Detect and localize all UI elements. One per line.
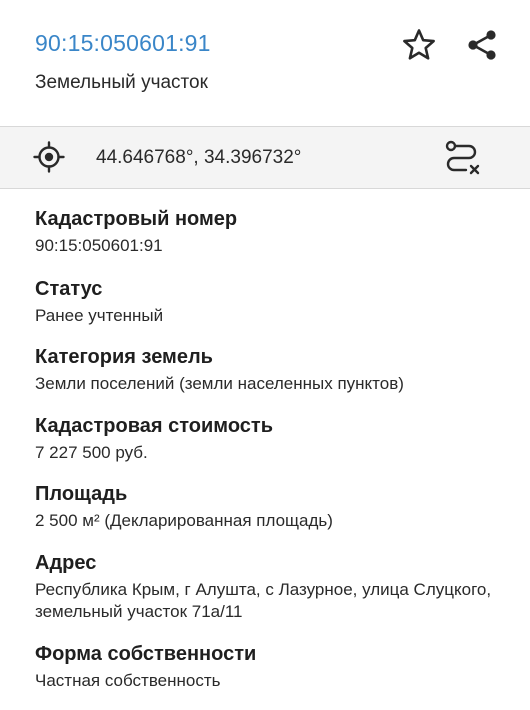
- route-icon: [445, 140, 480, 175]
- field-label: Форма собственности: [35, 643, 257, 665]
- cadastral-number-link[interactable]: 90:15:050601:91: [35, 30, 211, 57]
- field-label: Кадастровая стоимость: [35, 415, 273, 437]
- locate-button[interactable]: [29, 137, 69, 177]
- field-area: Площадь 2 500 м² (Декларированная площад…: [35, 482, 505, 532]
- field-address: Адрес Республика Крым, г Алушта, с Лазур…: [35, 551, 505, 623]
- field-value: 90:15:050601:91: [35, 236, 163, 255]
- share-icon: [468, 30, 496, 60]
- field-status: Статус Ранее учтенный: [35, 277, 505, 327]
- field-cadastral-value: Кадастровая стоимость 7 227 500 руб.: [35, 414, 505, 464]
- favorite-button[interactable]: [399, 25, 439, 65]
- field-value: 7 227 500 руб.: [35, 443, 148, 462]
- field-cadastral-number: Кадастровый номер 90:15:050601:91: [35, 207, 505, 257]
- field-value: 2 500 м² (Декларированная площадь): [35, 511, 333, 530]
- field-label: Категория земель: [35, 346, 213, 368]
- object-type-subtitle: Земельный участок: [35, 72, 208, 93]
- details-list: Кадастровый номер 90:15:050601:91 Статус…: [0, 189, 530, 710]
- field-value: Земли поселений (земли населенных пункто…: [35, 374, 404, 393]
- field-value: Ранее учтенный: [35, 306, 164, 325]
- field-label: Адрес: [35, 552, 97, 574]
- coordinates-row: 44.646768°, 34.396732°: [0, 127, 530, 188]
- field-label: Площадь: [35, 483, 128, 505]
- coordinates-text[interactable]: 44.646768°, 34.396732°: [96, 147, 301, 169]
- field-value: Республика Крым, г Алушта, с Лазурное, у…: [35, 580, 492, 621]
- share-button[interactable]: [462, 25, 502, 65]
- field-value: Частная собственность: [35, 671, 221, 690]
- field-label: Кадастровый номер: [35, 208, 238, 230]
- star-outline-icon: [403, 29, 435, 60]
- crosshair-icon: [33, 141, 65, 173]
- header: 90:15:050601:91 Земельный участок: [0, 0, 530, 126]
- field-land-category: Категория земель Земли поселений (земли …: [35, 345, 505, 395]
- field-ownership-form: Форма собственности Частная собственност…: [35, 642, 505, 692]
- field-label: Статус: [35, 278, 103, 300]
- route-button[interactable]: [442, 137, 482, 177]
